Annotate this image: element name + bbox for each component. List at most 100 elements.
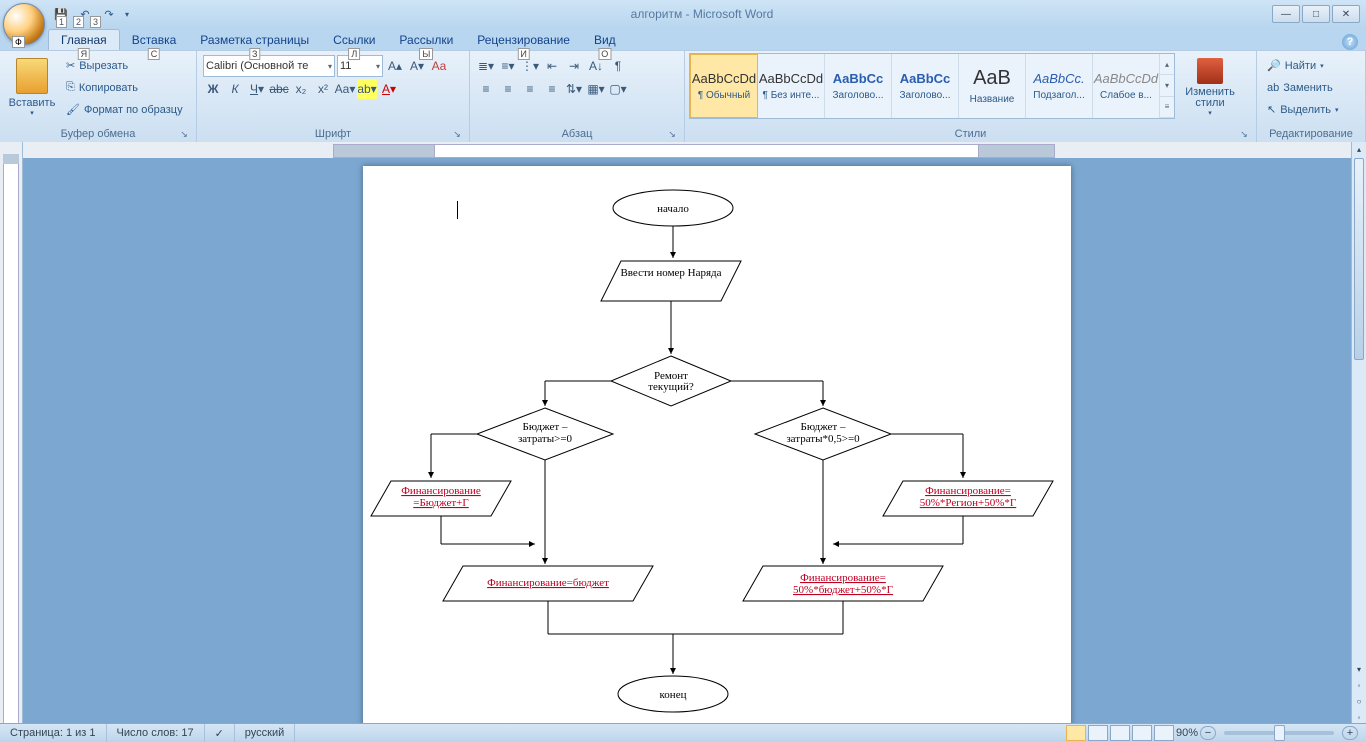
scroll-thumb[interactable] <box>1354 158 1364 360</box>
svg-text:затраты>=0: затраты>=0 <box>518 433 573 445</box>
minimize-button[interactable]: — <box>1272 5 1300 23</box>
next-page-button[interactable]: ◦ <box>1352 710 1366 724</box>
style-heading1[interactable]: AaBbCcЗаголово... <box>825 54 892 118</box>
style-heading2[interactable]: AaBbCcЗаголово... <box>892 54 959 118</box>
select-button[interactable]: ↖Выделить▾ <box>1263 99 1342 120</box>
change-styles-button[interactable]: Изменить стили ▾ <box>1179 53 1241 121</box>
view-print-layout[interactable] <box>1066 725 1086 741</box>
strike-button[interactable]: abc <box>269 79 289 99</box>
copy-button[interactable]: ⎘Копировать <box>62 77 187 98</box>
gallery-scroll-down[interactable]: ▾ <box>1160 75 1174 96</box>
tab-view[interactable]: ВидО <box>582 30 628 50</box>
page[interactable]: начало Ввести номер Наряда Ремонт текущи… <box>363 166 1071 724</box>
zoom-slider[interactable] <box>1224 731 1334 735</box>
style-subtitle[interactable]: AaBbCc.Подзагол... <box>1026 54 1093 118</box>
status-page[interactable]: Страница: 1 из 1 <box>0 724 107 742</box>
numbering-button[interactable]: ≡▾ <box>498 56 518 76</box>
vertical-scrollbar[interactable]: ▴ ▾ ◦ ○ ◦ <box>1351 142 1366 724</box>
svg-text:50%*Регион+50%*Г: 50%*Регион+50%*Г <box>920 497 1017 509</box>
kb-badge: С <box>148 48 161 60</box>
kb-badge: Я <box>78 48 91 60</box>
paste-button[interactable]: Вставить ▾ <box>4 53 60 121</box>
font-color-button[interactable]: A▾ <box>379 79 399 99</box>
horizontal-ruler[interactable] <box>23 142 1352 159</box>
help-button[interactable]: ? <box>1342 34 1358 50</box>
style-normal[interactable]: AaBbCcDd¶ Обычный <box>690 54 758 118</box>
ribbon: Вставить ▾ ✂Вырезать ⎘Копировать 🖌Формат… <box>0 50 1366 144</box>
change-case-button[interactable]: Aa▾ <box>335 79 355 99</box>
kb-badge: И <box>517 48 529 60</box>
font-launcher[interactable]: ↘ <box>451 129 463 141</box>
svg-text:Бюджет –: Бюджет – <box>801 421 846 433</box>
indent-inc-button[interactable]: ⇥ <box>564 56 584 76</box>
tab-insert[interactable]: ВставкаС <box>120 30 189 50</box>
tab-mailings[interactable]: РассылкиЫ <box>387 30 465 50</box>
close-button[interactable]: ✕ <box>1332 5 1360 23</box>
maximize-button[interactable]: □ <box>1302 5 1330 23</box>
grow-font-button[interactable]: A▴ <box>385 56 405 76</box>
gallery-expand[interactable]: ≡ <box>1160 97 1174 118</box>
svg-text:Ввести номер Наряда: Ввести номер Наряда <box>620 267 721 279</box>
subscript-button[interactable]: x₂ <box>291 79 311 99</box>
borders-button[interactable]: ▢▾ <box>608 79 628 99</box>
font-name-combo[interactable]: Calibri (Основной те▾ <box>203 55 335 77</box>
style-title[interactable]: AaBНазвание <box>959 54 1026 118</box>
scroll-up-button[interactable]: ▴ <box>1352 142 1366 156</box>
view-draft[interactable] <box>1154 725 1174 741</box>
superscript-button[interactable]: x² <box>313 79 333 99</box>
format-painter-button[interactable]: 🖌Формат по образцу <box>62 99 187 120</box>
qat-redo[interactable]: ↷ <box>98 4 120 24</box>
style-no-spacing[interactable]: AaBbCcDd¶ Без инте... <box>758 54 825 118</box>
justify-button[interactable]: ≡ <box>542 79 562 99</box>
zoom-out-button[interactable]: − <box>1200 726 1216 740</box>
titlebar: 💾 ↶ ↷ ▾ 1 2 3 алгоритм - Microsoft Word … <box>0 0 1366 28</box>
italic-button[interactable]: К <box>225 79 245 99</box>
zoom-in-button[interactable]: + <box>1342 726 1358 740</box>
kb-badge: Ы <box>419 48 433 60</box>
paste-icon <box>16 58 48 94</box>
style-subtle[interactable]: AaBbCcDdСлабое в... <box>1093 54 1160 118</box>
qat-customize[interactable]: ▾ <box>122 4 132 24</box>
gallery-scroll-up[interactable]: ▴ <box>1160 54 1174 75</box>
align-center-button[interactable]: ≡ <box>498 79 518 99</box>
tab-references[interactable]: СсылкиЛ <box>321 30 387 50</box>
view-web[interactable] <box>1110 725 1130 741</box>
prev-page-button[interactable]: ◦ <box>1352 678 1366 692</box>
status-proofing[interactable]: ✓ <box>205 724 235 742</box>
bullets-button[interactable]: ≣▾ <box>476 56 496 76</box>
bold-button[interactable]: Ж <box>203 79 223 99</box>
replace-button[interactable]: abЗаменить <box>1263 77 1337 98</box>
scroll-down-button[interactable]: ▾ <box>1352 662 1366 676</box>
find-button[interactable]: 🔎Найти▾ <box>1263 55 1328 76</box>
zoom-label[interactable]: 90% <box>1176 727 1198 739</box>
indent-dec-button[interactable]: ⇤ <box>542 56 562 76</box>
group-label: Абзац <box>562 128 593 140</box>
vertical-ruler[interactable] <box>0 142 23 724</box>
align-left-button[interactable]: ≡ <box>476 79 496 99</box>
paragraph-launcher[interactable]: ↘ <box>666 129 678 141</box>
tab-review[interactable]: РецензированиеИ <box>465 30 582 50</box>
kb-badge: З <box>249 48 260 60</box>
tab-page-layout[interactable]: Разметка страницыЗ <box>188 30 321 50</box>
view-outline[interactable] <box>1132 725 1152 741</box>
svg-text:Финансирование=: Финансирование= <box>925 485 1011 497</box>
document-area[interactable]: начало Ввести номер Наряда Ремонт текущи… <box>23 158 1352 724</box>
styles-launcher[interactable]: ↘ <box>1238 129 1250 141</box>
svg-text:затраты*0,5>=0: затраты*0,5>=0 <box>786 433 860 445</box>
browse-object-button[interactable]: ○ <box>1352 694 1366 708</box>
status-language[interactable]: русский <box>235 724 295 742</box>
shading-button[interactable]: ▦▾ <box>586 79 606 99</box>
status-words[interactable]: Число слов: 17 <box>107 724 205 742</box>
svg-text:Финансирование=бюджет: Финансирование=бюджет <box>487 577 609 589</box>
styles-gallery[interactable]: AaBbCcDd¶ Обычный AaBbCcDd¶ Без инте... … <box>689 53 1175 119</box>
view-full-screen[interactable] <box>1088 725 1108 741</box>
highlight-button[interactable]: ab▾ <box>357 79 377 99</box>
group-label: Стили <box>955 128 987 140</box>
tab-home[interactable]: ГлавнаяЯ <box>48 29 120 50</box>
underline-button[interactable]: Ч▾ <box>247 79 267 99</box>
align-right-button[interactable]: ≡ <box>520 79 540 99</box>
window-title: алгоритм - Microsoft Word <box>132 7 1272 21</box>
line-spacing-button[interactable]: ⇅▾ <box>564 79 584 99</box>
clipboard-launcher[interactable]: ↘ <box>178 129 190 141</box>
group-label: Редактирование <box>1269 128 1353 140</box>
